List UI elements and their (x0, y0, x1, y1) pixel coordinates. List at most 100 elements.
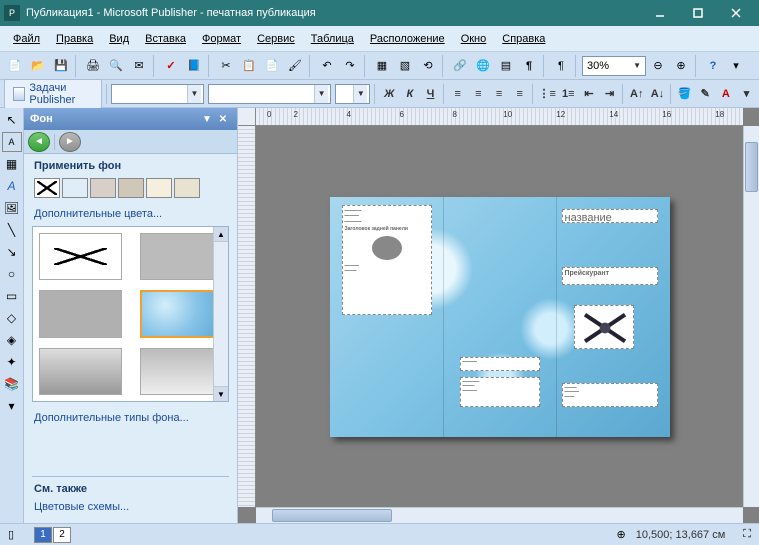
rotate-icon[interactable]: ⟲ (417, 55, 439, 77)
zoom-out-icon[interactable]: ⊖ (647, 55, 669, 77)
swatch-3[interactable] (118, 178, 144, 198)
ruler-horizontal[interactable]: 024681012141618202224262830323436 (256, 108, 743, 126)
page-nav-icon[interactable]: ▯ (8, 528, 14, 541)
align-center-icon[interactable]: ≡ (470, 83, 487, 105)
toolbar-options-icon[interactable]: ▾ (725, 55, 747, 77)
canvas-vscroll[interactable] (743, 126, 759, 507)
align-left-icon[interactable]: ≡ (449, 83, 466, 105)
send-back-icon[interactable]: ▧ (394, 55, 416, 77)
print-icon[interactable]: 🖨 (82, 55, 104, 77)
menu-window[interactable]: Окно (454, 30, 494, 48)
save-icon[interactable]: 💾 (50, 55, 72, 77)
menu-arrange[interactable]: Расположение (363, 30, 452, 48)
mail-icon[interactable]: ✉ (128, 55, 150, 77)
preview-icon[interactable]: 🔍 (105, 55, 127, 77)
spelling-icon[interactable]: ✓ (160, 55, 182, 77)
page-tab-2[interactable]: 2 (53, 527, 71, 543)
copy-icon[interactable]: 📋 (238, 55, 260, 77)
swatch-1[interactable] (62, 178, 88, 198)
textbox-graphic[interactable] (574, 305, 634, 349)
indent-inc-icon[interactable]: ⇥ (601, 83, 618, 105)
line-color-icon[interactable]: ✎ (697, 83, 714, 105)
help-icon[interactable]: ? (702, 55, 724, 77)
scroll-up-icon[interactable]: ▲ (214, 227, 228, 242)
menu-file[interactable]: Файл (6, 30, 47, 48)
font-color-icon[interactable]: A (718, 83, 735, 105)
textbox-price[interactable]: Прейскурант (562, 267, 658, 285)
line-tool-icon[interactable]: ╲ (2, 220, 22, 240)
fill-color-icon[interactable]: 🪣 (676, 83, 693, 105)
nav-fwd-icon[interactable]: ► (59, 132, 81, 152)
format-painter-icon[interactable]: 🖌 (284, 55, 306, 77)
indent-dec-icon[interactable]: ⇤ (581, 83, 598, 105)
rect-tool-icon[interactable]: ▭ (2, 286, 22, 306)
tasks-button[interactable]: Задачи Publisher (4, 79, 102, 109)
table-tool-icon[interactable]: ▦ (2, 154, 22, 174)
menu-insert[interactable]: Вставка (138, 30, 193, 48)
new-icon[interactable]: 📄 (4, 55, 26, 77)
more-colors-link[interactable]: Дополнительные цвета... (24, 204, 237, 224)
design-gallery-icon[interactable]: ✦ (2, 352, 22, 372)
textbox-contact[interactable]: ━━━━━━━━━━━━━━━ (562, 383, 658, 407)
menu-view[interactable]: Вид (102, 30, 136, 48)
paste-icon[interactable]: 📄 (261, 55, 283, 77)
picture-tool-icon[interactable]: 🖼 (2, 198, 22, 218)
toolbar2-options-icon[interactable]: ▾ (738, 83, 755, 105)
swatch-2[interactable] (90, 178, 116, 198)
font-combo[interactable]: ▼ (208, 84, 331, 104)
shapes-tool-icon[interactable]: ◇ (2, 308, 22, 328)
bookmark-tool-icon[interactable]: ◈ (2, 330, 22, 350)
bring-front-icon[interactable]: ▦ (371, 55, 393, 77)
scroll-down-icon[interactable]: ▼ (214, 386, 228, 401)
textbox-back-panel[interactable]: ━━━━━━━━━━━━━━━━━━━━ Заголовок задней па… (342, 205, 432, 315)
more-tools-icon[interactable]: ▾ (2, 396, 22, 416)
thumb-none[interactable] (39, 233, 122, 280)
numbering-icon[interactable]: 1≡ (560, 83, 577, 105)
thumb-scrollbar[interactable]: ▲ ▼ (213, 227, 228, 401)
textbox-mid2[interactable]: ━━━━━━━━━━━━━━━━━━ (460, 377, 540, 407)
pane-close-icon[interactable]: ✕ (215, 114, 231, 125)
special-chars-icon[interactable]: ¶ (518, 55, 540, 77)
pane-dropdown-icon[interactable]: ▼ (199, 114, 215, 125)
redo-icon[interactable]: ↷ (339, 55, 361, 77)
bold-button[interactable]: Ж (381, 83, 398, 105)
thumb-bokeh-selected[interactable] (140, 290, 223, 339)
bullets-icon[interactable]: ⋮≡ (539, 83, 556, 105)
menu-table[interactable]: Таблица (304, 30, 361, 48)
columns-icon[interactable]: ▤ (495, 55, 517, 77)
thumb-grad1[interactable] (39, 348, 122, 395)
item-library-icon[interactable]: 📚 (2, 374, 22, 394)
style-combo[interactable]: ▼ (111, 84, 204, 104)
hyperlink-icon[interactable]: 🔗 (449, 55, 471, 77)
minimize-button[interactable] (641, 0, 679, 26)
menu-tools[interactable]: Сервис (250, 30, 302, 48)
publication-page[interactable]: ━━━━━━━━━━━━━━━━━━━━ Заголовок задней па… (330, 197, 670, 437)
web-preview-icon[interactable]: 🌐 (472, 55, 494, 77)
oval-tool-icon[interactable]: ○ (2, 264, 22, 284)
textbox-mid1[interactable]: ━━━━━━ (460, 357, 540, 371)
color-schemes-link[interactable]: Цветовые схемы... (24, 497, 237, 523)
thumb-gray2[interactable] (39, 290, 122, 339)
undo-icon[interactable]: ↶ (316, 55, 338, 77)
grow-font-icon[interactable]: A↑ (628, 83, 645, 105)
align-right-icon[interactable]: ≡ (491, 83, 508, 105)
swatch-5[interactable] (174, 178, 200, 198)
thumb-solid-gray[interactable] (140, 233, 223, 280)
close-button[interactable] (717, 0, 755, 26)
size-combo[interactable]: ▼ (335, 84, 370, 104)
italic-button[interactable]: К (402, 83, 419, 105)
nav-back-icon[interactable]: ◄ (28, 132, 50, 152)
shrink-font-icon[interactable]: A↓ (649, 83, 666, 105)
research-icon[interactable]: 📘 (183, 55, 205, 77)
menu-help[interactable]: Справка (495, 30, 552, 48)
more-bg-types-link[interactable]: Дополнительные типы фона... (24, 408, 237, 428)
zoom-in-icon[interactable]: ⊕ (670, 55, 692, 77)
page-tab-1[interactable]: 1 (34, 527, 52, 543)
show-marks-icon[interactable]: ¶ (550, 55, 572, 77)
canvas-hscroll[interactable] (256, 507, 743, 523)
thumb-grad2[interactable] (140, 348, 223, 395)
underline-button[interactable]: Ч (422, 83, 439, 105)
swatch-none[interactable] (34, 178, 60, 198)
arrow-tool-icon[interactable]: ↘ (2, 242, 22, 262)
select-tool-icon[interactable]: ↖ (2, 110, 22, 130)
